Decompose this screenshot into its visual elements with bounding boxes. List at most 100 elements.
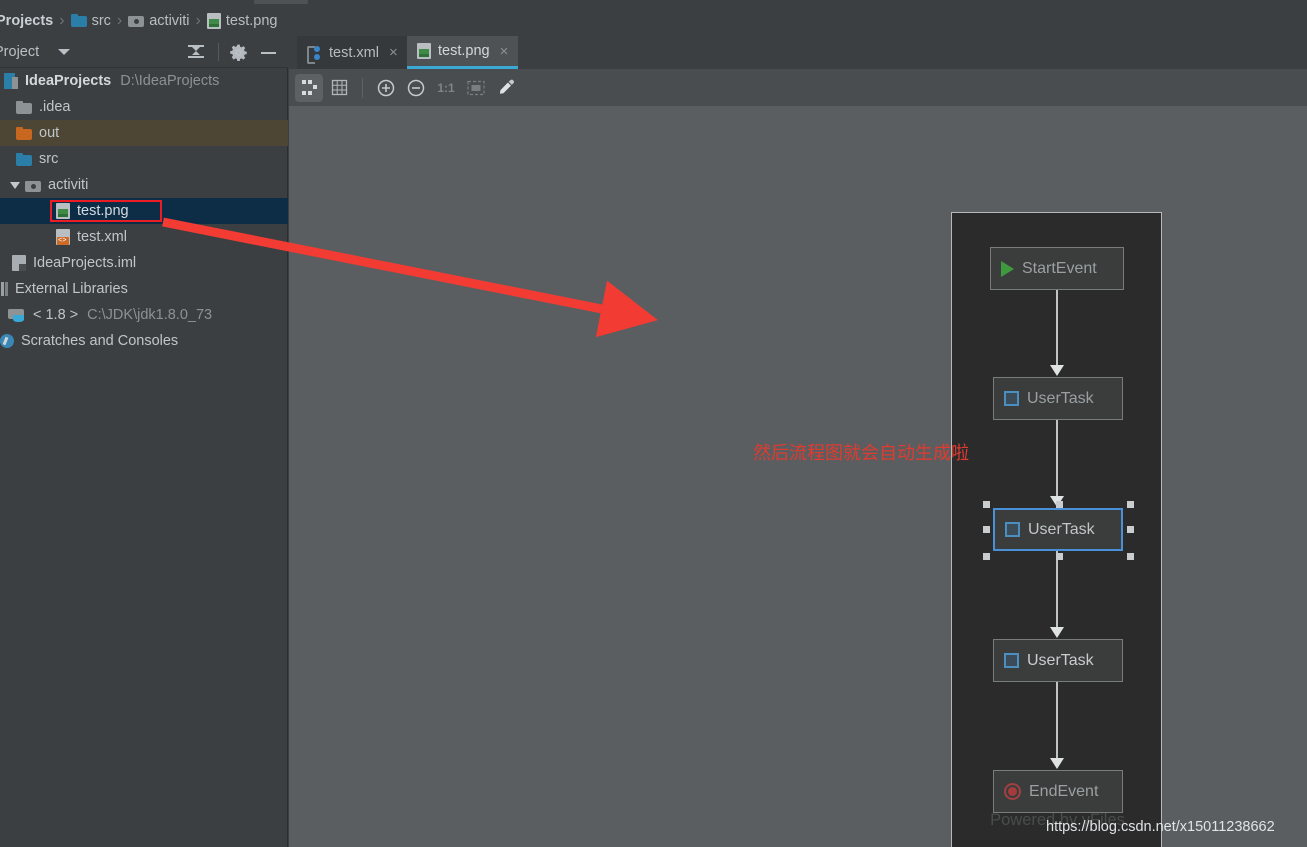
tab-test-xml[interactable]: test.xml × <box>297 36 408 69</box>
tab-label: test.xml <box>329 44 379 61</box>
jdk-icon <box>8 308 26 322</box>
breadcrumb-item-activiti[interactable]: activiti <box>128 13 190 29</box>
diagram-node-startevent[interactable]: StartEvent <box>990 247 1124 290</box>
tab-label: test.png <box>438 43 490 59</box>
tree-item-label: out <box>39 125 60 141</box>
tree-item-label: Scratches and Consoles <box>21 333 179 349</box>
color-picker-button[interactable] <box>492 74 520 102</box>
connector-3 <box>1056 551 1058 629</box>
diagram-node-label: EndEvent <box>1029 782 1099 800</box>
tree-item-idea[interactable]: .idea <box>0 94 288 120</box>
selection-handle-n[interactable] <box>1056 501 1063 508</box>
image-canvas[interactable]: StartEvent UserTask UserTask UserTask En… <box>289 106 1307 847</box>
tree-item-label: activiti <box>48 177 89 193</box>
selection-handle-s[interactable] <box>1056 553 1063 560</box>
editor-tab-bar: test.xml × test.png × <box>289 36 1307 69</box>
tree-item-src[interactable]: src <box>0 146 288 172</box>
connector-arrowhead-4 <box>1050 758 1064 769</box>
breadcrumb-separator: › <box>59 11 65 29</box>
tree-item-external-libraries[interactable]: External Libraries <box>0 276 288 302</box>
xml-file-icon: <> <box>56 229 70 245</box>
diagram-node-usertask-1[interactable]: UserTask <box>993 377 1123 420</box>
close-icon[interactable]: × <box>500 43 509 60</box>
project-panel-title: Project <box>0 43 40 60</box>
tree-item-ideaprojects[interactable]: IdeaProjects D:\IdeaProjects <box>0 68 288 94</box>
xml-tab-icon <box>307 45 322 64</box>
connector-1 <box>1056 290 1058 368</box>
toolbar-divider <box>362 77 363 98</box>
selection-handle-w[interactable] <box>983 526 990 533</box>
hide-panel-button[interactable] <box>260 44 277 61</box>
eyedropper-icon <box>499 79 514 94</box>
diagram-node-usertask-2-selected[interactable]: UserTask <box>993 508 1123 551</box>
collapse-all-button[interactable] <box>188 44 206 60</box>
flow-diagram-image: StartEvent UserTask UserTask UserTask En… <box>951 212 1162 847</box>
tree-item-activiti[interactable]: activiti <box>0 172 288 198</box>
selection-handle-sw[interactable] <box>983 553 990 560</box>
libraries-icon <box>0 282 8 296</box>
selection-handle-e[interactable] <box>1127 526 1134 533</box>
selection-handle-ne[interactable] <box>1127 501 1134 508</box>
connector-2 <box>1056 420 1058 498</box>
breadcrumb-item-projects[interactable]: Projects <box>0 13 53 29</box>
fit-to-window-button[interactable] <box>462 74 490 102</box>
tree-item-label: test.png <box>77 203 129 219</box>
ide-window: Projects › src › activiti › test.png Pro… <box>0 0 1307 847</box>
close-icon[interactable]: × <box>389 44 398 61</box>
diagram-node-endevent[interactable]: EndEvent <box>993 770 1123 813</box>
grid-icon <box>331 79 347 96</box>
diagram-node-label: UserTask <box>1028 520 1095 538</box>
selection-handle-se[interactable] <box>1127 553 1134 560</box>
one-to-one-icon: 1:1 <box>437 80 455 95</box>
folder-gray-icon <box>16 100 32 114</box>
diagram-node-label: UserTask <box>1027 651 1094 669</box>
tree-item-scratches-and-consoles[interactable]: Scratches and Consoles <box>0 328 288 354</box>
zoom-out-icon <box>407 79 425 96</box>
tab-test-png[interactable]: test.png × <box>407 36 519 69</box>
tree-item-jdk[interactable]: < 1.8 > C:\JDK\jdk1.8.0_73 <box>0 302 288 328</box>
zoom-out-button[interactable] <box>402 74 430 102</box>
end-event-circle-icon <box>1004 783 1021 800</box>
tree-item-ideaprojects-iml[interactable]: IdeaProjects.iml <box>0 250 288 276</box>
breadcrumb-separator: › <box>195 11 201 29</box>
tree-item-label: IdeaProjects <box>25 73 112 89</box>
actual-size-button[interactable]: 1:1 <box>432 74 460 102</box>
breadcrumb-separator: › <box>116 11 123 29</box>
connector-arrowhead-3 <box>1050 627 1064 638</box>
toggle-transparency-chessboard-button[interactable] <box>295 73 323 102</box>
image-viewer-toolbar: 1:1 <box>289 69 1307 106</box>
tree-item-out[interactable]: out <box>0 120 288 146</box>
fit-screen-icon <box>467 80 485 95</box>
tree-item-test-xml[interactable]: <> test.xml <box>0 224 288 250</box>
toggle-grid-button[interactable] <box>325 74 353 102</box>
chevron-down-icon[interactable] <box>58 49 70 55</box>
user-task-square-icon <box>1005 522 1020 537</box>
breadcrumb: Projects › src › activiti › test.png <box>0 5 1307 36</box>
start-event-play-icon <box>1001 260 1014 277</box>
folder-orange-icon <box>16 126 32 140</box>
diagram-node-usertask-3[interactable]: UserTask <box>993 639 1123 682</box>
collapse-all-icon-lower <box>192 51 200 55</box>
settings-button[interactable] <box>230 44 247 62</box>
tree-item-test-png[interactable]: test.png <box>0 198 288 224</box>
tree-item-sublabel: D:\IdeaProjects <box>120 73 220 89</box>
tree-expand-arrow-icon[interactable] <box>10 181 20 189</box>
breadcrumb-item-src[interactable]: src <box>70 13 111 29</box>
zoom-in-button[interactable] <box>372 74 400 102</box>
tree-item-label: test.xml <box>77 229 127 245</box>
window-tab-fragment <box>254 0 308 4</box>
zoom-in-icon <box>377 79 395 96</box>
image-file-icon <box>56 203 70 219</box>
selection-handle-nw[interactable] <box>983 501 990 508</box>
breadcrumb-label: Projects <box>0 12 54 29</box>
connector-arrowhead-1 <box>1050 365 1064 376</box>
folder-blue-icon <box>16 152 32 166</box>
breadcrumb-item-testpng[interactable]: test.png <box>206 12 277 29</box>
diagram-node-label: StartEvent <box>1022 259 1097 277</box>
project-tree: IdeaProjects D:\IdeaProjects .idea out s… <box>0 68 288 354</box>
image-file-icon <box>417 43 431 59</box>
user-task-square-icon <box>1004 391 1019 406</box>
tree-item-label: External Libraries <box>15 281 128 297</box>
scratches-icon <box>0 334 14 348</box>
chessboard-icon <box>301 80 317 95</box>
